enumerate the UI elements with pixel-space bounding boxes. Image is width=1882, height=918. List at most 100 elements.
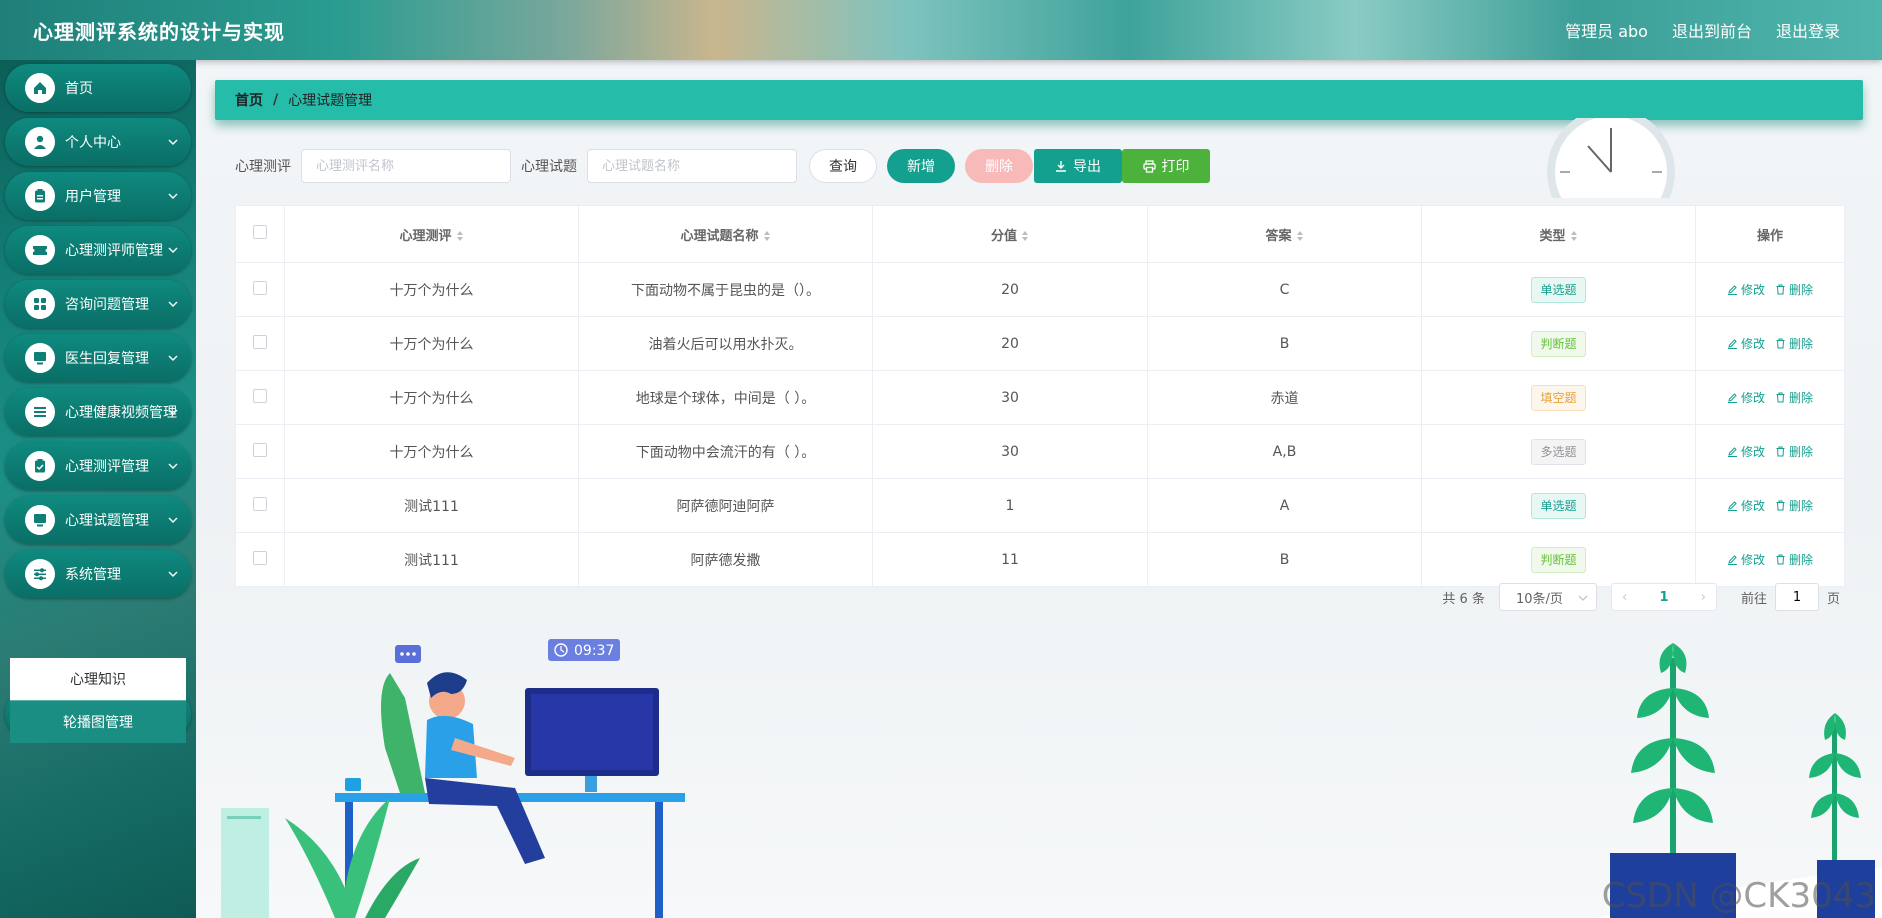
sort-icon [456, 231, 463, 241]
chevron-down-icon [168, 355, 178, 361]
printer-icon [1142, 159, 1156, 173]
delete-button[interactable]: 删除 [1775, 389, 1813, 406]
edit-button[interactable]: 修改 [1727, 335, 1765, 352]
sidebar-item-label: 心理测评管理 [65, 459, 149, 475]
question-search-input[interactable] [587, 149, 797, 183]
table-row[interactable]: 十万个为什么 下面动物不属于昆虫的是（）。 20 C 单选题 修改 删除 [235, 262, 1845, 317]
row-select-cell [235, 478, 285, 533]
submenu-item-carousel[interactable]: 轮播图管理 [10, 700, 186, 743]
type-cell: 多选题 [1421, 424, 1696, 479]
edit-button[interactable]: 修改 [1727, 443, 1765, 460]
page-size-select[interactable]: 10条/页 [1498, 583, 1597, 611]
table-row[interactable]: 测试111 阿萨德发撒 11 B 判断题 修改 删除 [235, 532, 1845, 587]
delete-button[interactable]: 删除 [1775, 551, 1813, 568]
monitor-icon [25, 343, 55, 373]
potted-plants-illustration [1595, 643, 1882, 918]
table-row[interactable]: 十万个为什么 下面动物中会流汗的有（ ）。 30 A,B 多选题 修改 删除 [235, 424, 1845, 479]
score-cell: 20 [872, 262, 1148, 317]
row-checkbox[interactable] [253, 280, 267, 295]
prev-page-button[interactable]: ‹ [1622, 590, 1627, 605]
select-all-checkbox[interactable] [253, 225, 267, 239]
print-button[interactable]: 打印 [1122, 149, 1210, 183]
delete-button[interactable]: 删除 [1775, 497, 1813, 514]
sidebar-item[interactable]: 心理测评管理 [5, 442, 191, 490]
chevron-down-icon [168, 193, 178, 199]
row-checkbox[interactable] [253, 388, 267, 403]
sidebar-item[interactable]: 咨询问题管理 [5, 280, 191, 328]
sidebar-item[interactable]: 系统管理 [5, 550, 191, 598]
sidebar-item[interactable]: 心理试题管理 [5, 496, 191, 544]
sidebar-item-label: 用户管理 [65, 189, 121, 205]
row-checkbox[interactable] [253, 334, 267, 349]
column-header[interactable]: 分值 [872, 205, 1148, 263]
current-user[interactable]: 管理员 abo [1565, 18, 1648, 42]
score-cell: 30 [872, 370, 1148, 425]
question-table: 心理测评 心理试题名称 分值 答案 类型 操作 十万个为什么 下面动物不属于昆虫的… [235, 205, 1845, 587]
table-body: 十万个为什么 下面动物不属于昆虫的是（）。 20 C 单选题 修改 删除 十万个为什么 油着火后… [235, 262, 1845, 587]
edit-button[interactable]: 修改 [1727, 281, 1765, 298]
sidebar-item-label: 咨询问题管理 [65, 297, 149, 313]
trash-icon [1776, 392, 1785, 402]
clipboard-check-icon [25, 451, 55, 481]
edit-icon [1727, 500, 1737, 511]
office-worker-illustration: 09:37 [221, 639, 685, 918]
answer-cell: 赤道 [1147, 370, 1422, 425]
delete-button[interactable]: 删除 [1775, 281, 1813, 298]
actions-cell: 修改 删除 [1695, 370, 1845, 425]
type-badge: 多选题 [1531, 438, 1586, 465]
actions-cell: 修改 删除 [1695, 478, 1845, 533]
clipboard-icon [25, 181, 55, 211]
chevron-down-icon [168, 139, 178, 145]
submenu-item-psych-knowledge[interactable]: 心理知识 [10, 658, 186, 700]
sidebar-item-label: 心理测评师管理 [65, 243, 163, 259]
question-cell: 下面动物不属于昆虫的是（）。 [578, 262, 873, 317]
sidebar-item[interactable]: 首页 [5, 64, 191, 112]
column-header[interactable]: 心理测评 [284, 205, 579, 263]
row-checkbox[interactable] [253, 442, 267, 457]
user-icon [25, 127, 55, 157]
table-row[interactable]: 十万个为什么 油着火后可以用水扑灭。 20 B 判断题 修改 删除 [235, 316, 1845, 371]
column-header[interactable]: 类型 [1421, 205, 1696, 263]
delete-label: 删除 [1789, 498, 1814, 513]
sidebar-item[interactable]: 心理测评师管理 [5, 226, 191, 274]
add-button[interactable]: 新增 [887, 149, 955, 183]
answer-cell: A [1147, 478, 1422, 533]
column-header-label: 心理试题名称 [680, 228, 759, 244]
trash-icon [1776, 500, 1785, 510]
goto-page: 前往 页 [1741, 583, 1840, 611]
sidebar-item[interactable]: 个人中心 [5, 118, 191, 166]
logout-link[interactable]: 退出登录 [1776, 18, 1840, 42]
eval-search-input[interactable] [301, 149, 511, 183]
sidebar-item[interactable]: 用户管理 [5, 172, 191, 220]
column-header[interactable]: 心理试题名称 [578, 205, 873, 263]
sidebar-item[interactable]: 医生回复管理 [5, 334, 191, 382]
page-unit-label: 页 [1826, 591, 1840, 607]
query-button[interactable]: 查询 [809, 149, 877, 183]
row-checkbox[interactable] [253, 496, 267, 511]
delete-button[interactable]: 删除 [1775, 443, 1813, 460]
column-header[interactable]: 答案 [1147, 205, 1422, 263]
table-row[interactable]: 十万个为什么 地球是个球体，中间是（ ）。 30 赤道 填空题 修改 删除 [235, 370, 1845, 425]
goto-page-input[interactable] [1774, 583, 1819, 611]
table-row[interactable]: 测试111 阿萨德阿迪阿萨 1 A 单选题 修改 删除 [235, 478, 1845, 533]
breadcrumb-home[interactable]: 首页 [235, 90, 263, 110]
delete-button[interactable]: 删除 [1775, 335, 1813, 352]
eval-cell: 测试111 [284, 478, 579, 533]
edit-button[interactable]: 修改 [1727, 551, 1765, 568]
answer-cell: A,B [1147, 424, 1422, 479]
page-number[interactable]: 1 [1659, 590, 1668, 605]
back-to-front-link[interactable]: 退出到前台 [1672, 18, 1752, 42]
row-checkbox[interactable] [253, 550, 267, 565]
type-badge: 单选题 [1531, 276, 1586, 303]
top-header: 心理测评系统的设计与实现 管理员 abo 退出到前台 退出登录 [0, 0, 1882, 60]
export-button[interactable]: 导出 [1034, 149, 1122, 183]
edit-button[interactable]: 修改 [1727, 389, 1765, 406]
sidebar-item[interactable]: 心理健康视频管理 [5, 388, 191, 436]
list-icon [25, 397, 55, 427]
edit-button[interactable]: 修改 [1727, 497, 1765, 514]
edit-label: 修改 [1740, 498, 1765, 513]
breadcrumb: 首页 / 心理试题管理 [215, 80, 1863, 120]
batch-delete-button[interactable]: 删除 [965, 149, 1033, 183]
edit-label: 修改 [1740, 390, 1765, 405]
next-page-button[interactable]: › [1701, 590, 1706, 605]
